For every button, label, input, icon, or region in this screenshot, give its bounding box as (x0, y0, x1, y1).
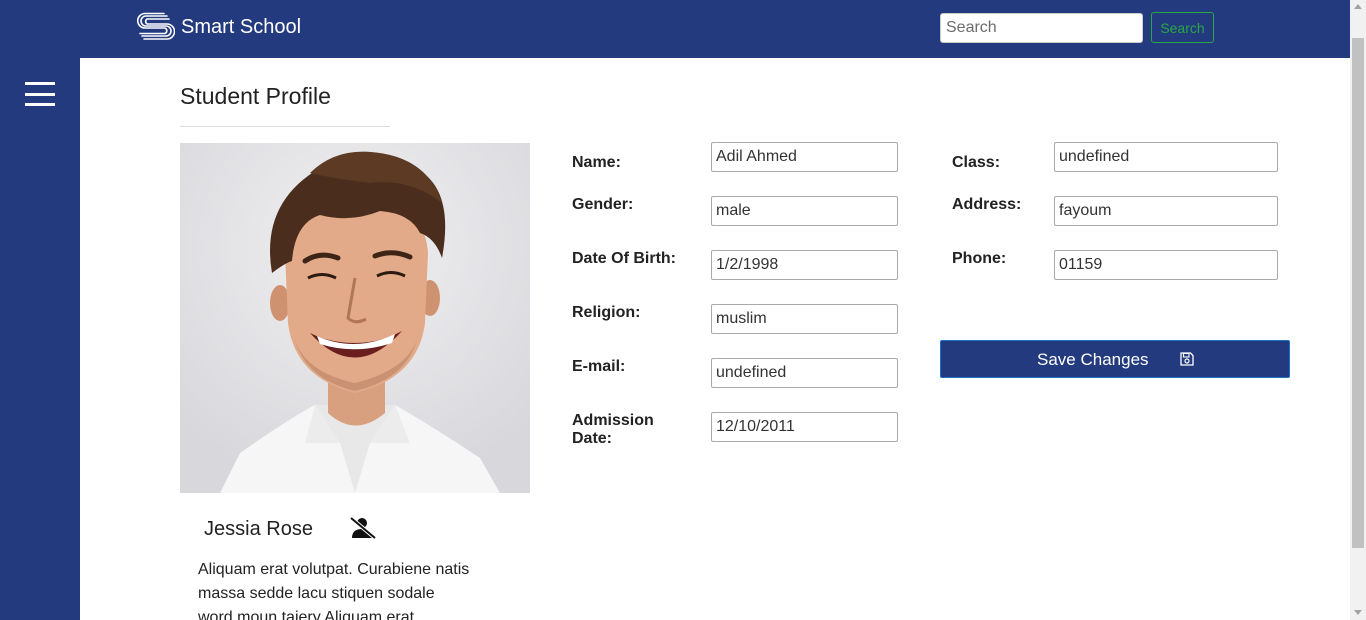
search-input[interactable] (940, 13, 1143, 43)
profile-photo (180, 143, 530, 493)
dob-field[interactable] (711, 250, 898, 280)
scroll-down-arrow-icon[interactable] (1354, 610, 1362, 615)
gender-field[interactable] (711, 196, 898, 226)
page-scrollbar[interactable] (1350, 0, 1366, 620)
floppy-disk-icon (1180, 352, 1194, 366)
phone-label: Phone: (952, 250, 1007, 267)
address-field[interactable] (1054, 196, 1278, 226)
user-slash-icon[interactable] (349, 516, 377, 540)
top-navbar: Smart School Search (0, 0, 1350, 58)
class-label: Class: (952, 154, 1001, 171)
search-button[interactable]: Search (1151, 12, 1214, 43)
menu-line (25, 92, 55, 96)
class-field[interactable] (1054, 142, 1278, 172)
menu-line (25, 82, 55, 85)
name-field[interactable] (711, 142, 898, 172)
brand-logo-icon (137, 12, 175, 40)
profile-photo-illustration (180, 143, 530, 493)
scroll-up-arrow-icon[interactable] (1354, 4, 1362, 9)
student-bio: Aliquam erat volutpat. Curabiene natis m… (198, 561, 470, 620)
phone-field[interactable] (1054, 250, 1278, 280)
religion-field[interactable] (711, 304, 898, 334)
religion-label: Religion: (572, 304, 641, 321)
page-title: Student Profile (180, 83, 331, 109)
dob-label: Date Of Birth: (572, 250, 676, 267)
email-field[interactable] (711, 358, 898, 388)
menu-line (25, 103, 55, 106)
save-changes-label: Save Changes (1037, 350, 1149, 369)
admission-date-field[interactable] (711, 412, 898, 442)
sidebar (0, 58, 80, 620)
student-name: Jessia Rose (204, 518, 313, 540)
save-changes-button[interactable]: Save Changes (940, 340, 1290, 378)
hamburger-menu-icon[interactable] (25, 82, 55, 106)
email-label: E-mail: (572, 358, 626, 375)
scroll-thumb[interactable] (1352, 38, 1364, 548)
name-label: Name: (572, 154, 621, 171)
brand[interactable]: Smart School (137, 12, 301, 42)
address-label: Address: (952, 196, 1022, 213)
gender-label: Gender: (572, 196, 634, 213)
brand-name: Smart School (181, 15, 302, 38)
title-divider (180, 126, 390, 127)
admission-date-label: Admission Date: (572, 412, 654, 447)
